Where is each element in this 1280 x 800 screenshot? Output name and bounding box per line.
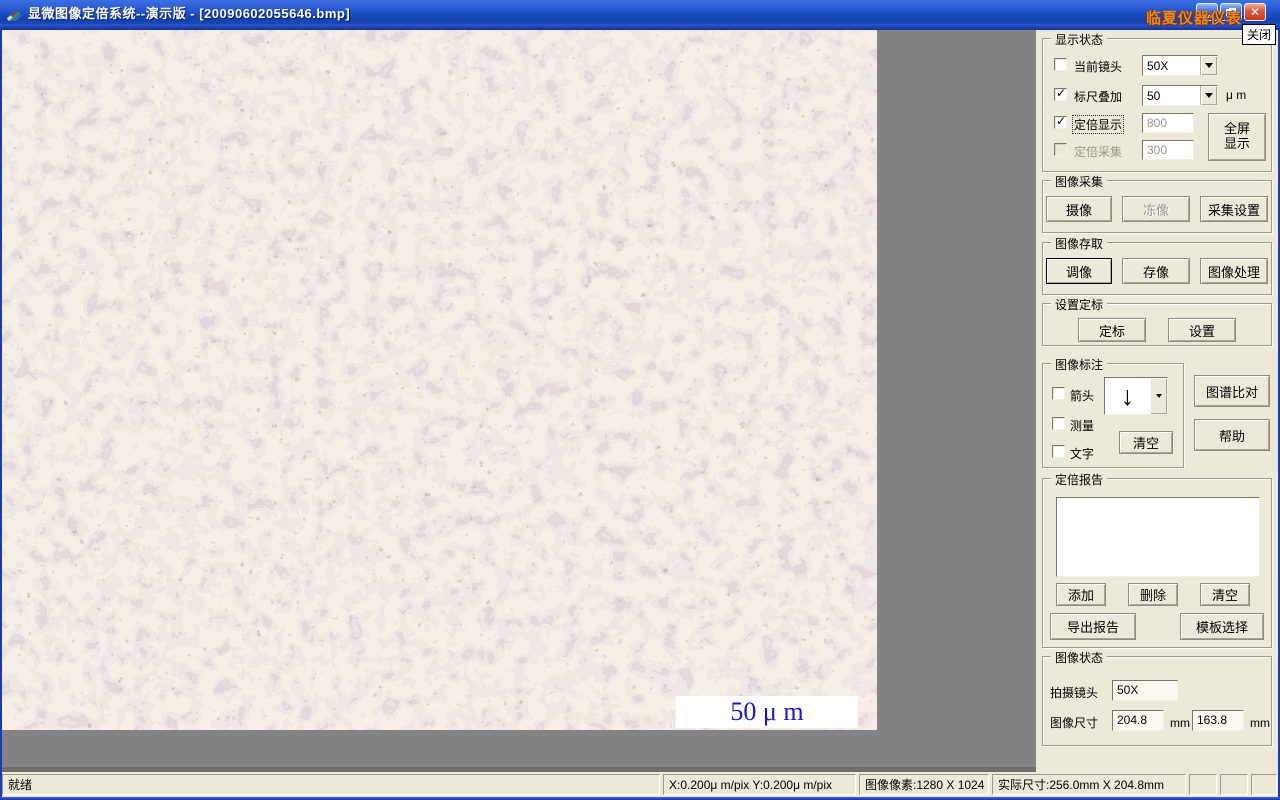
report-clear-button[interactable]: 清空 — [1200, 583, 1250, 606]
label-image-size: 图像尺寸 — [1050, 716, 1099, 730]
label-ruler-unit: μ m — [1226, 88, 1247, 102]
label-fixed-display: 定倍显示 — [1072, 115, 1125, 134]
status-ready: 就绪 — [2, 774, 660, 795]
label-ruler-overlay: 标尺叠加 — [1074, 90, 1123, 104]
checkbox-fixed-display[interactable] — [1054, 114, 1067, 129]
window-title: 显微图像定倍系统--演示版 - [20090602055646.bmp] — [28, 5, 351, 21]
capture-settings-button[interactable]: 采集设置 — [1200, 196, 1268, 222]
checkbox-ruler-overlay[interactable] — [1054, 86, 1067, 101]
field-image-width: 204.8 — [1112, 710, 1164, 731]
arrow-style-combo[interactable]: ↓ — [1104, 377, 1168, 415]
status-pixel-scale: X:0.200μ m/pix Y:0.200μ m/pix — [663, 774, 856, 795]
help-button[interactable]: 帮助 — [1194, 419, 1270, 451]
dropdown-arrow-icon — [1155, 394, 1162, 398]
group-image-status: 图像状态 — [1042, 649, 1272, 746]
checkbox-measure[interactable] — [1052, 417, 1065, 430]
combo-ruler-value[interactable]: 50 — [1142, 85, 1218, 106]
arrow-down-icon: ↓ — [1120, 380, 1135, 411]
combo-current-lens[interactable]: 50X — [1142, 55, 1218, 76]
combo-current-lens-dropdown[interactable] — [1200, 56, 1217, 75]
label-text: 文字 — [1070, 447, 1095, 461]
group-image-storage-title: 图像存取 — [1051, 235, 1108, 252]
close-icon: ✕ — [1249, 5, 1261, 19]
field-fixed-capture: 300 — [1142, 140, 1194, 160]
app-icon — [6, 10, 22, 21]
group-report-title: 定倍报告 — [1051, 471, 1108, 488]
freeze-button: 冻像 — [1122, 196, 1190, 222]
calibrate-button[interactable]: 定标 — [1078, 318, 1146, 342]
mdi-client-area: 50 μ m — [2, 30, 1036, 772]
group-calibration-title: 设置定标 — [1051, 296, 1108, 313]
load-image-button[interactable]: 调像 — [1046, 258, 1112, 284]
label-measure: 测量 — [1070, 419, 1095, 433]
report-delete-button[interactable]: 删除 — [1128, 583, 1178, 606]
report-list[interactable] — [1056, 497, 1260, 577]
image-process-button[interactable]: 图像处理 — [1200, 258, 1268, 284]
group-image-status-title: 图像状态 — [1051, 649, 1108, 666]
close-button[interactable]: ✕ — [1244, 3, 1266, 21]
title-bar: 显微图像定倍系统--演示版 - [20090602055646.bmp] — [0, 0, 1280, 24]
label-arrow: 箭头 — [1070, 389, 1095, 403]
template-select-button[interactable]: 模板选择 — [1180, 613, 1264, 640]
scale-bar-label: 50 μ m — [676, 696, 858, 728]
status-image-pixels: 图像像素:1280 X 1024 — [859, 774, 989, 795]
micrograph-texture — [2, 30, 877, 730]
close-tooltip: 关闭 — [1242, 24, 1277, 45]
capture-button[interactable]: 摄像 — [1046, 196, 1112, 222]
status-empty-2 — [1220, 774, 1248, 795]
status-actual-size: 实际尺寸:256.0mm X 204.8mm — [992, 774, 1186, 795]
status-empty-3 — [1251, 774, 1277, 795]
report-add-button[interactable]: 添加 — [1056, 583, 1106, 606]
status-empty-1 — [1189, 774, 1217, 795]
group-display-status-title: 显示状态 — [1051, 31, 1108, 48]
control-panel: 显示状态 当前镜头 50X 标尺叠加 50 μ m 定倍显示 800 定倍采集 … — [1036, 30, 1278, 772]
checkbox-current-lens[interactable] — [1054, 58, 1067, 71]
checkbox-arrow[interactable] — [1052, 387, 1065, 400]
label-shooting-lens: 拍摄镜头 — [1050, 686, 1099, 700]
annotation-clear-button[interactable]: 清空 — [1119, 431, 1173, 454]
field-fixed-display: 800 — [1142, 113, 1194, 133]
calibration-set-button[interactable]: 设置 — [1168, 318, 1236, 342]
dropdown-arrow-icon — [1205, 93, 1213, 98]
arrow-style-dropdown[interactable] — [1150, 378, 1167, 414]
label-height-unit: mm — [1250, 716, 1270, 730]
group-image-capture-title: 图像采集 — [1051, 173, 1108, 190]
dropdown-arrow-icon — [1205, 63, 1213, 68]
combo-ruler-dropdown[interactable] — [1200, 86, 1217, 105]
label-width-unit: mm — [1170, 716, 1190, 730]
label-current-lens: 当前镜头 — [1074, 60, 1123, 74]
field-shooting-lens: 50X — [1112, 680, 1178, 701]
group-annotation-title: 图像标注 — [1051, 356, 1108, 373]
checkbox-text[interactable] — [1052, 445, 1065, 458]
brand-overlay-text: 临夏仪器仪表 — [1146, 10, 1243, 27]
label-fixed-capture: 定倍采集 — [1074, 145, 1123, 159]
save-image-button[interactable]: 存像 — [1122, 258, 1190, 284]
group-calibration: 设置定标 — [1042, 296, 1272, 346]
status-bar: 就绪 X:0.200μ m/pix Y:0.200μ m/pix 图像像素:12… — [2, 772, 1278, 797]
fullscreen-display-button[interactable]: 全屏 显示 — [1208, 113, 1266, 161]
field-image-height: 163.8 — [1192, 710, 1244, 731]
micrograph-image[interactable]: 50 μ m — [2, 30, 877, 730]
atlas-compare-button[interactable]: 图谱比对 — [1194, 375, 1270, 407]
checkbox-fixed-capture — [1054, 143, 1067, 156]
export-report-button[interactable]: 导出报告 — [1050, 613, 1136, 640]
